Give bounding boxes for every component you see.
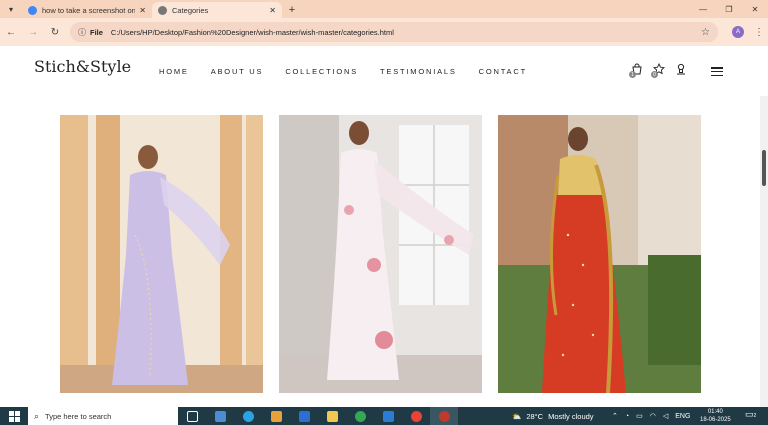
taskbar-search-input[interactable]: ⌕ Type here to search bbox=[28, 407, 178, 425]
minimize-icon[interactable]: — bbox=[690, 0, 716, 18]
notification-count: 2 bbox=[753, 413, 757, 419]
browser-menu-icon[interactable]: ⋮ bbox=[754, 27, 764, 38]
wishlist-star-icon[interactable]: 0 bbox=[651, 62, 666, 78]
nav-collections[interactable]: COLLECTIONS bbox=[285, 67, 358, 76]
bookmark-star-icon[interactable]: ☆ bbox=[701, 27, 710, 38]
tab-title: how to take a screenshot on w bbox=[42, 5, 136, 15]
notification-icon[interactable]: ▭2 bbox=[745, 409, 756, 420]
scrollbar-thumb[interactable] bbox=[762, 150, 766, 186]
language-indicator[interactable]: ENG bbox=[675, 413, 690, 420]
chevron-up-icon[interactable]: ⌃ bbox=[612, 412, 618, 420]
product-image-red-bandhani-saree bbox=[498, 115, 701, 393]
windows-taskbar: ⌕ Type here to search ⛅ 28°C Mostly clou… bbox=[0, 407, 768, 425]
weather-temp: 28°C bbox=[526, 411, 544, 421]
volume-icon[interactable]: ◁ bbox=[663, 412, 668, 420]
edge-app-icon[interactable] bbox=[234, 407, 262, 425]
tab-categories[interactable]: Categories ✕ bbox=[152, 2, 282, 18]
maximize-icon[interactable]: ❐ bbox=[716, 0, 742, 18]
file-explorer-icon[interactable] bbox=[318, 407, 346, 425]
tab-screenshot-howto[interactable]: how to take a screenshot on w ✕ bbox=[22, 2, 152, 18]
product-card[interactable] bbox=[60, 115, 263, 393]
copilot-app-icon[interactable] bbox=[206, 407, 234, 425]
nav-about-us[interactable]: ABOUT US bbox=[211, 67, 264, 76]
globe-favicon-icon bbox=[158, 5, 167, 15]
back-arrow-icon[interactable]: ← bbox=[0, 21, 22, 43]
tab-strip: ▾ how to take a screenshot on w ✕ Catego… bbox=[0, 0, 768, 18]
chrome-profile-app-icon[interactable] bbox=[402, 407, 430, 425]
wishlist-count-badge: 0 bbox=[651, 71, 658, 78]
search-icon: ⌕ bbox=[34, 410, 40, 421]
weather-widget[interactable]: ⛅ 28°C Mostly cloudy bbox=[512, 407, 594, 425]
browser-toolbar: ← → ↻ ⓘ File C:/Users/HP/Desktop/Fashion… bbox=[0, 18, 768, 46]
clock-date: 18-06-2025 bbox=[700, 417, 731, 423]
cart-icon[interactable]: 1 bbox=[629, 62, 644, 78]
tab-close-icon[interactable]: ✕ bbox=[139, 6, 146, 15]
user-icon[interactable] bbox=[674, 62, 688, 76]
system-tray: ⌃ ◔ ▭ ◠ ◁ ENG bbox=[612, 407, 690, 425]
product-card[interactable] bbox=[279, 115, 482, 393]
windows-start-icon[interactable] bbox=[0, 407, 28, 425]
page-scrollbar[interactable] bbox=[760, 96, 768, 407]
main-nav: HOME ABOUT US COLLECTIONS TESTIMONIALS C… bbox=[159, 67, 527, 76]
product-image-lavender-saree bbox=[60, 115, 263, 393]
scheme-label: File bbox=[90, 27, 103, 37]
search-placeholder: Type here to search bbox=[45, 411, 112, 421]
menu-hamburger-icon[interactable] bbox=[711, 67, 723, 76]
tab-title: Categories bbox=[172, 5, 209, 15]
vscode-app-icon[interactable] bbox=[374, 407, 402, 425]
url-text[interactable]: C:/Users/HP/Desktop/Fashion%20Designer/w… bbox=[111, 28, 701, 37]
weather-desc: Mostly cloudy bbox=[548, 411, 594, 421]
nav-contact[interactable]: CONTACT bbox=[479, 67, 527, 76]
weather-cloud-icon: ⛅ bbox=[512, 411, 522, 421]
address-bar[interactable]: ⓘ File C:/Users/HP/Desktop/Fashion%20Des… bbox=[70, 22, 718, 42]
taskbar-clock[interactable]: 01:40 18-06-2025 bbox=[700, 408, 731, 424]
chrome-active-app-icon[interactable] bbox=[430, 407, 458, 425]
task-view-icon[interactable] bbox=[178, 407, 206, 425]
chrome-app-icon[interactable] bbox=[346, 407, 374, 425]
reload-icon[interactable]: ↻ bbox=[44, 21, 66, 43]
wifi-icon[interactable]: ◠ bbox=[650, 412, 656, 420]
product-card[interactable] bbox=[498, 115, 701, 393]
cart-count-badge: 1 bbox=[629, 71, 636, 78]
new-tab-button[interactable]: + bbox=[282, 2, 302, 18]
outlook-app-icon[interactable] bbox=[290, 407, 318, 425]
store-app-icon[interactable] bbox=[262, 407, 290, 425]
forward-arrow-icon[interactable]: → bbox=[22, 21, 44, 43]
clock-time: 01:40 bbox=[707, 409, 723, 415]
close-window-icon[interactable]: ✕ bbox=[742, 0, 768, 18]
nav-testimonials[interactable]: TESTIMONIALS bbox=[380, 67, 457, 76]
header-icons: 1 0 bbox=[629, 62, 688, 78]
battery-icon[interactable]: ▭ bbox=[636, 412, 643, 420]
site-header: Stich&Style HOME ABOUT US COLLECTIONS TE… bbox=[0, 46, 768, 96]
profile-avatar[interactable]: A bbox=[732, 26, 744, 38]
product-image-white-floral-saree bbox=[279, 115, 482, 393]
window-controls: — ❐ ✕ bbox=[690, 0, 768, 18]
site-logo[interactable]: Stich&Style bbox=[34, 57, 131, 76]
info-icon[interactable]: ⓘ bbox=[78, 27, 86, 38]
tab-close-icon[interactable]: ✕ bbox=[269, 6, 276, 15]
google-favicon-icon bbox=[28, 5, 37, 15]
nav-home[interactable]: HOME bbox=[159, 67, 189, 76]
tab-search-button[interactable]: ▾ bbox=[0, 0, 22, 18]
network-icon[interactable]: ◔ bbox=[625, 413, 629, 420]
